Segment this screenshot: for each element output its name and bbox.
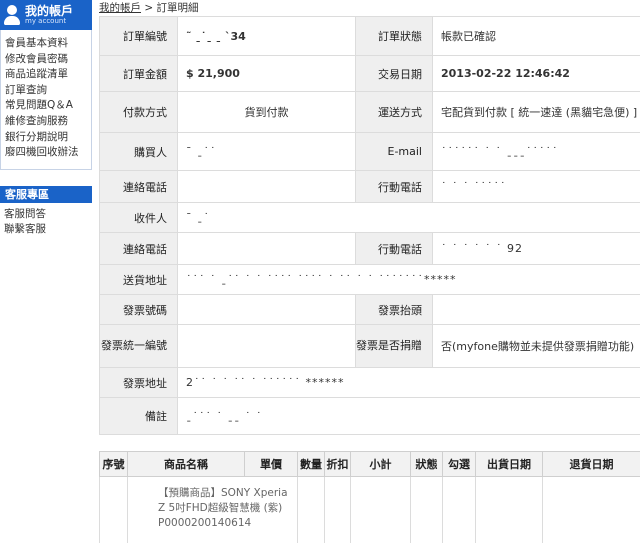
table-row: 發票統一編號 發票是否捐贈 否(myfone購物並未提供發票捐贈功能) <box>99 324 640 368</box>
table-row: 【預購商品】SONY Xperia Z 5吋FHD超級智慧機 (紫) P0000… <box>99 476 640 543</box>
recipient-label: 收件人 <box>99 202 178 233</box>
contact-phone-label: 連絡電話 <box>99 170 178 203</box>
order-amount-value: $ 21,900 <box>177 55 356 92</box>
product-status <box>410 476 443 543</box>
product-subtotal <box>350 476 411 543</box>
invoice-title-label: 發票抬頭 <box>355 294 433 325</box>
recipient-mobile-value: ˙ ˙ ˙ ˙ ˙ ˙ 92 <box>432 232 640 265</box>
user-avatar-icon <box>2 4 22 26</box>
table-row: 訂單編號 ˜ ˍ˙ˍ ˍ ˋ34 訂單狀態 帳款已確認 <box>99 16 640 56</box>
invoice-number-label: 發票號碼 <box>99 294 178 325</box>
buyer-value: ˉ ˍ˙˙ <box>177 132 356 171</box>
sidebar-item-installment-info[interactable]: 銀行分期說明 <box>5 130 91 146</box>
table-row: 付款方式 貨到付款 運送方式 宅配貨到付款 [ 統一速達 (黑貓宅急便) ] <box>99 91 640 133</box>
service-header: 客服專區 <box>0 185 92 203</box>
note-value: ˍ˙˙˙ ˙ ˍˍ ˙ ˙ <box>177 397 640 435</box>
breadcrumb: 我的帳戶 > 訂單明細 <box>99 0 199 15</box>
table-row: 送貨地址 ˙˙˙ ˙ ˍ˙˙ ˙ ˙ ˙˙˙˙ ˙˙˙˙ ˙ ˙˙ ˙ ˙ ˙˙… <box>99 264 640 295</box>
email-label: E-mail <box>355 132 433 171</box>
mobile-phone-value: ˙ ˙ ˙ ˙˙˙˙˙ <box>432 170 640 203</box>
shipping-method-label: 運送方式 <box>355 91 433 133</box>
sidebar-item-contact-service[interactable]: 聯繫客服 <box>4 222 92 237</box>
tax-id-value <box>177 324 356 368</box>
invoice-address-value: 2˙˙ ˙ ˙ ˙˙ ˙ ˙˙˙˙˙˙ ****** <box>177 367 640 398</box>
col-header-product-name: 商品名稱 <box>127 451 245 477</box>
table-row: 發票號碼 發票抬頭 <box>99 294 640 325</box>
service-menu: 客服問答 聯繫客服 <box>0 203 92 237</box>
product-quantity <box>297 476 325 543</box>
order-no-value: ˜ ˍ˙ˍ ˍ ˋ34 <box>177 16 356 56</box>
table-row: 連絡電話 行動電話 ˙ ˙ ˙ ˙ ˙ ˙ 92 <box>99 232 640 265</box>
my-account-header: 我的帳戶 my account <box>0 0 92 30</box>
invoice-donate-label: 發票是否捐贈 <box>355 324 433 368</box>
recipient-mobile-label: 行動電話 <box>355 232 433 265</box>
product-discount <box>324 476 351 543</box>
breadcrumb-separator: > <box>144 2 154 14</box>
shipping-method-value: 宅配貨到付款 [ 統一速達 (黑貓宅急便) ] <box>432 91 640 133</box>
shipping-address-value: ˙˙˙ ˙ ˍ˙˙ ˙ ˙ ˙˙˙˙ ˙˙˙˙ ˙ ˙˙ ˙ ˙ ˙˙˙˙˙˙˙… <box>177 264 640 295</box>
sidebar-item-faq[interactable]: 常見問題Q＆A <box>5 98 91 114</box>
buyer-label: 購買人 <box>99 132 178 171</box>
order-status-label: 訂單狀態 <box>355 16 433 56</box>
sidebar-item-order-query[interactable]: 訂單查詢 <box>5 83 91 99</box>
table-row: 收件人 ˉ ˍ˙ <box>99 202 640 233</box>
col-header-return-date: 退貨日期 <box>542 451 640 477</box>
product-table: 序號 商品名稱 單價 數量 折扣 小計 狀態 勾選 出貨日期 退貨日期 【預購商… <box>99 451 640 543</box>
shipping-address-label: 送貨地址 <box>99 264 178 295</box>
col-header-quantity: 數量 <box>297 451 325 477</box>
sidebar-item-service-qa[interactable]: 客服問答 <box>4 207 92 222</box>
my-account-subtitle: my account <box>25 16 67 25</box>
breadcrumb-home-link[interactable]: 我的帳戶 <box>99 2 141 14</box>
recipient-value: ˉ ˍ˙ <box>177 202 640 233</box>
note-label: 備註 <box>99 397 178 435</box>
recipient-phone-value <box>177 232 356 265</box>
product-name[interactable]: 【預購商品】SONY Xperia Z 5吋FHD超級智慧機 (紫) P0000… <box>127 476 298 543</box>
col-header-discount: 折扣 <box>324 451 351 477</box>
contact-phone-value <box>177 170 356 203</box>
sidebar-item-change-password[interactable]: 修改會員密碼 <box>5 52 91 68</box>
order-status-value: 帳款已確認 <box>432 16 640 56</box>
mobile-phone-label: 行動電話 <box>355 170 433 203</box>
table-row: 發票地址 2˙˙ ˙ ˙ ˙˙ ˙ ˙˙˙˙˙˙ ****** <box>99 367 640 398</box>
email-value: ˙˙˙˙˙˙ ˙ ˙ ˍˍˍ˙˙˙˙˙ <box>432 132 640 171</box>
col-header-unit-price: 單價 <box>244 451 298 477</box>
invoice-donate-value: 否(myfone購物並未提供發票捐贈功能) <box>432 324 640 368</box>
breadcrumb-current: 訂單明細 <box>156 2 199 14</box>
product-select <box>442 476 476 543</box>
account-menu: 會員基本資料 修改會員密碼 商品追蹤清單 訂單查詢 常見問題Q＆A 維修查詢服務… <box>0 30 92 170</box>
col-header-select: 勾選 <box>442 451 476 477</box>
col-header-status: 狀態 <box>410 451 443 477</box>
sidebar-item-member-profile[interactable]: 會員基本資料 <box>5 36 91 52</box>
table-row: 訂單金額 $ 21,900 交易日期 2013-02-22 12:46:42 <box>99 55 640 92</box>
sidebar-item-tracking-list[interactable]: 商品追蹤清單 <box>5 67 91 83</box>
trade-date-value: 2013-02-22 12:46:42 <box>432 55 640 92</box>
col-header-seq: 序號 <box>99 451 128 477</box>
payment-method-value: 貨到付款 <box>177 91 356 133</box>
tax-id-label: 發票統一編號 <box>99 324 178 368</box>
product-seq <box>99 476 128 543</box>
invoice-address-label: 發票地址 <box>99 367 178 398</box>
sidebar-item-recycle-policy[interactable]: 廢四機回收辦法 <box>5 145 91 161</box>
order-amount-label: 訂單金額 <box>99 55 178 92</box>
payment-method-label: 付款方式 <box>99 91 178 133</box>
col-header-subtotal: 小計 <box>350 451 411 477</box>
table-row: 備註 ˍ˙˙˙ ˙ ˍˍ ˙ ˙ <box>99 397 640 435</box>
order-detail-table: 訂單編號 ˜ ˍ˙ˍ ˍ ˋ34 訂單狀態 帳款已確認 訂單金額 $ 21,90… <box>99 16 640 435</box>
invoice-number-value <box>177 294 356 325</box>
my-account-title: 我的帳戶 <box>25 3 74 18</box>
product-ship-date <box>475 476 543 543</box>
product-table-header: 序號 商品名稱 單價 數量 折扣 小計 狀態 勾選 出貨日期 退貨日期 <box>99 451 640 477</box>
table-row: 連絡電話 行動電話 ˙ ˙ ˙ ˙˙˙˙˙ <box>99 170 640 203</box>
product-return-date <box>542 476 640 543</box>
recipient-phone-label: 連絡電話 <box>99 232 178 265</box>
invoice-title-value <box>432 294 640 325</box>
sidebar: 我的帳戶 my account 會員基本資料 修改會員密碼 商品追蹤清單 訂單查… <box>0 0 92 543</box>
sidebar-item-repair-query[interactable]: 維修查詢服務 <box>5 114 91 130</box>
order-no-label: 訂單編號 <box>99 16 178 56</box>
table-row: 購買人 ˉ ˍ˙˙ E-mail ˙˙˙˙˙˙ ˙ ˙ ˍˍˍ˙˙˙˙˙ <box>99 132 640 171</box>
col-header-ship-date: 出貨日期 <box>475 451 543 477</box>
trade-date-label: 交易日期 <box>355 55 433 92</box>
